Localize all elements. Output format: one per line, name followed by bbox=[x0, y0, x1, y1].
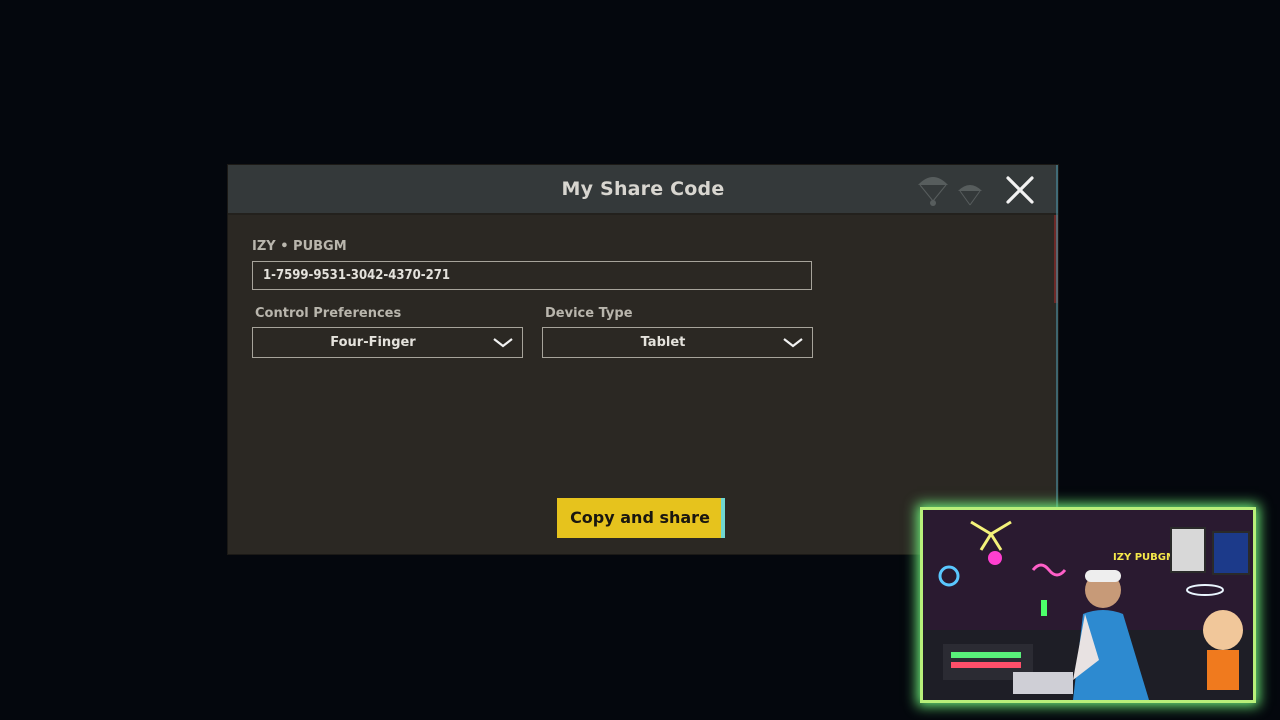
control-preferences-select[interactable]: Four-Finger bbox=[252, 327, 523, 358]
chevron-down-icon bbox=[783, 338, 803, 348]
webcam-overlay: IZY PUBGM bbox=[920, 507, 1256, 703]
device-type-label: Device Type bbox=[545, 306, 633, 321]
neon-sign-text: IZY PUBGM bbox=[1113, 552, 1176, 563]
close-icon bbox=[1006, 176, 1034, 204]
share-code-dialog: My Share Code IZY • PUBGM 1-7599-9531-30… bbox=[228, 165, 1058, 554]
dialog-title: My Share Code bbox=[561, 178, 725, 200]
device-type-value: Tablet bbox=[640, 335, 686, 350]
game-screen: My Share Code IZY • PUBGM 1-7599-9531-30… bbox=[0, 0, 1280, 720]
copy-and-share-label: Copy and share bbox=[570, 508, 710, 527]
device-type-select[interactable]: Tablet bbox=[542, 327, 813, 358]
share-code-field[interactable]: 1-7599-9531-3042-4370-271 bbox=[252, 261, 812, 290]
copy-and-share-button[interactable]: Copy and share bbox=[557, 498, 725, 538]
owner-label: IZY • PUBGM bbox=[252, 239, 347, 254]
webcam-scene-image: IZY PUBGM bbox=[923, 510, 1253, 700]
chevron-down-icon bbox=[493, 338, 513, 348]
control-preferences-value: Four-Finger bbox=[330, 335, 416, 350]
close-button[interactable] bbox=[1002, 176, 1038, 204]
control-preferences-label: Control Preferences bbox=[255, 306, 402, 321]
